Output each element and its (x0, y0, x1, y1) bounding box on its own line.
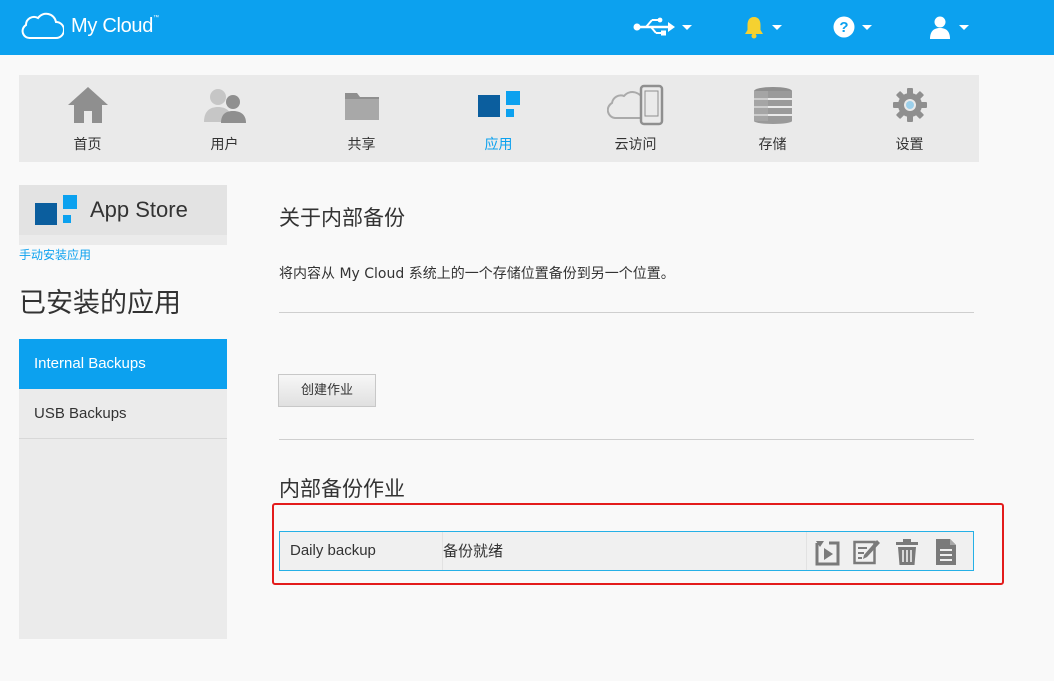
jobs-section-title: 内部备份作业 (279, 477, 405, 501)
app-store-button[interactable]: App Store (19, 185, 227, 235)
delete-button[interactable] (893, 538, 921, 566)
app-store-icon (35, 195, 77, 225)
nav-item-home[interactable]: 首页 (19, 75, 156, 162)
storage-icon (704, 85, 841, 125)
page-title: 关于内部备份 (279, 206, 405, 230)
cloud-device-icon (567, 84, 704, 126)
nav-label: 云访问 (614, 137, 657, 153)
delete-icon (896, 539, 918, 565)
apps-icon (430, 85, 567, 125)
nav-label: 应用 (484, 137, 513, 153)
installed-apps-title: 已安装的应用 (19, 265, 227, 339)
svg-text:?: ? (839, 19, 848, 36)
nav-item-apps[interactable]: 应用 (430, 75, 567, 162)
help-icon: ? (833, 16, 855, 38)
nav-item-settings[interactable]: 设置 (841, 75, 978, 162)
page-description: 将内容从 My Cloud 系统上的一个存储位置备份到另一个位置。 (279, 266, 675, 282)
help-menu[interactable]: ? (833, 12, 872, 42)
sidebar: App Store 手动安装应用 已安装的应用 Internal Backups… (19, 185, 227, 639)
user-menu[interactable] (928, 12, 969, 42)
table-row[interactable]: Daily backup 备份就绪 (279, 531, 974, 571)
user-icon (930, 16, 950, 39)
gear-icon (841, 85, 978, 125)
divider (279, 439, 974, 440)
nav-item-shares[interactable]: 共享 (293, 75, 430, 162)
logo[interactable]: My Cloud™ (20, 12, 159, 40)
nav-label: 首页 (73, 137, 102, 153)
nav-item-cloud-access[interactable]: 云访问 (567, 75, 704, 162)
top-bar: My Cloud™ ? (0, 0, 1054, 55)
main-nav: 首页 用户 共享 应用 云访问 存储 设置 (19, 75, 979, 162)
sidebar-item-internal-backups[interactable]: Internal Backups (19, 339, 227, 389)
manual-install-link[interactable]: 手动安装应用 (19, 245, 227, 265)
divider (279, 312, 974, 313)
logo-text: My Cloud™ (71, 14, 159, 37)
nav-label: 共享 (347, 137, 376, 153)
folder-icon (293, 85, 430, 125)
sidebar-item-usb-backups[interactable]: USB Backups (19, 389, 227, 439)
usb-icon (633, 17, 675, 36)
users-icon (156, 85, 293, 125)
chevron-down-icon (862, 24, 872, 30)
chevron-down-icon (772, 24, 782, 30)
nav-item-users[interactable]: 用户 (156, 75, 293, 162)
nav-label: 设置 (895, 137, 924, 153)
column-separator (806, 532, 807, 570)
chevron-down-icon (959, 24, 969, 30)
usb-menu[interactable] (633, 12, 692, 42)
bell-icon (745, 17, 763, 39)
edit-icon (853, 540, 880, 565)
job-status: 备份就绪 (443, 542, 504, 560)
restore-button[interactable] (813, 538, 841, 566)
details-icon (936, 539, 956, 565)
nav-label: 存储 (758, 137, 787, 153)
restore-icon (815, 541, 840, 566)
edit-button[interactable] (853, 538, 881, 566)
details-button[interactable] (932, 538, 960, 566)
notifications-menu[interactable] (743, 12, 782, 42)
cloud-logo-icon (21, 12, 64, 39)
app-store-label: App Store (90, 197, 188, 222)
nav-label: 用户 (210, 137, 239, 153)
job-name: Daily backup (290, 542, 376, 559)
chevron-down-icon (682, 24, 692, 30)
home-icon (19, 85, 156, 125)
nav-item-storage[interactable]: 存储 (704, 75, 841, 162)
create-job-button[interactable]: 创建作业 (278, 374, 376, 407)
